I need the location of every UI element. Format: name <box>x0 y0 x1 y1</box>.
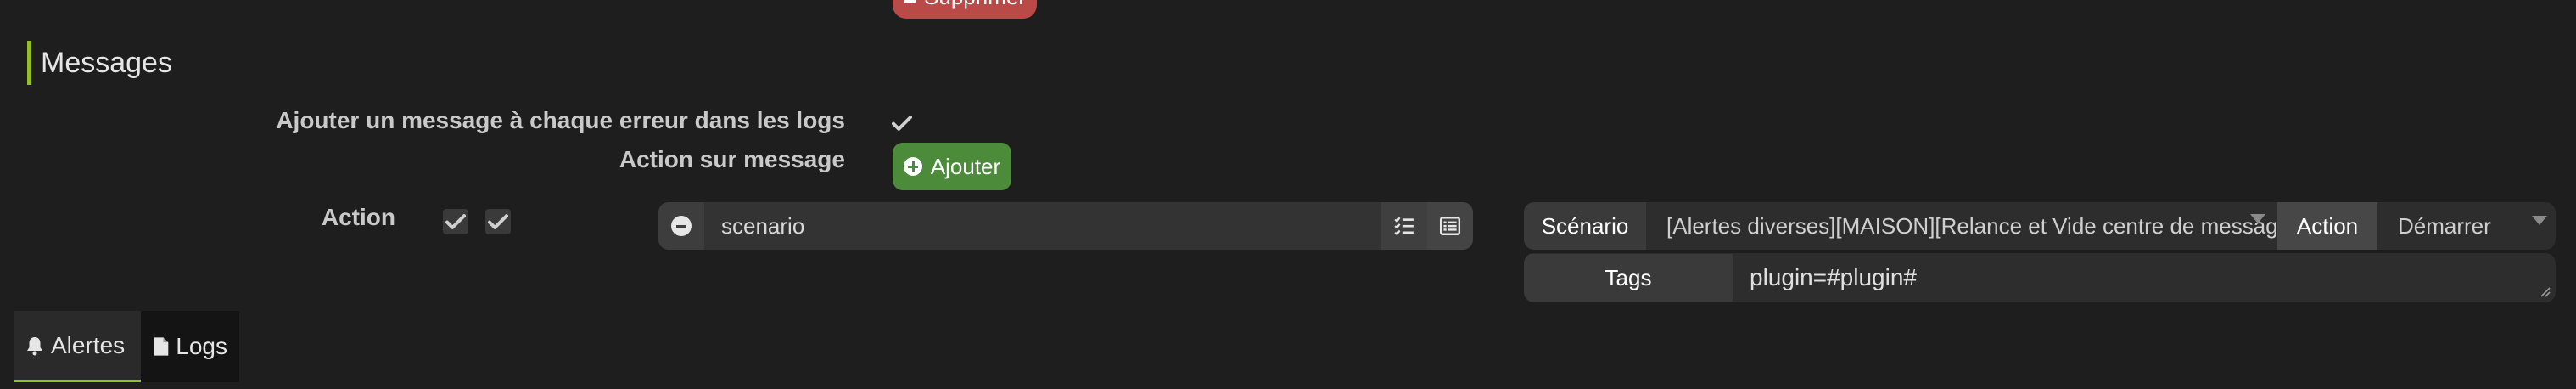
delete-button-label: Supprimer <box>924 0 1026 10</box>
action-enable-checkbox[interactable] <box>443 209 468 234</box>
select-command-button[interactable] <box>1427 202 1473 250</box>
section-accent-bar <box>27 41 31 85</box>
tags-input[interactable] <box>1733 253 2556 302</box>
tags-group: Tags <box>1524 253 2556 302</box>
resize-handle-icon[interactable] <box>2539 285 2551 297</box>
scenario-addon: Scénario <box>1524 202 1646 250</box>
check-icon <box>445 214 466 229</box>
dropdown-arrow-icon <box>2532 216 2547 225</box>
plus-circle-icon <box>903 157 922 176</box>
tab-logs[interactable]: Logs <box>141 311 239 382</box>
action-select-value: Démarrer <box>2398 212 2491 239</box>
trash-icon <box>904 0 916 3</box>
remove-action-button[interactable] <box>658 202 704 250</box>
action-parallel-checkbox[interactable] <box>485 209 511 234</box>
tab-alertes[interactable]: Alertes <box>14 311 141 382</box>
tab-alertes-label: Alertes <box>51 331 126 358</box>
tab-logs-label: Logs <box>176 333 227 359</box>
command-input[interactable] <box>704 202 1381 250</box>
add-action-button-label: Ajouter <box>930 153 1001 179</box>
check-icon <box>892 116 912 131</box>
file-icon <box>154 337 169 356</box>
command-input-group <box>658 202 1473 250</box>
section-title: Messages <box>41 47 172 79</box>
error-message-label: Ajouter un message à chaque erreur dans … <box>276 107 845 133</box>
minus-circle-icon <box>671 216 692 236</box>
delete-button[interactable]: Supprimer <box>893 0 1037 19</box>
tags-addon: Tags <box>1524 254 1733 302</box>
scenario-select-value: [Alertes diverses][MAISON][Relance et Vi… <box>1666 212 2277 239</box>
scenario-select[interactable]: [Alertes diverses][MAISON][Relance et Vi… <box>1646 202 2277 250</box>
add-action-button[interactable]: Ajouter <box>893 143 1011 190</box>
action-addon: Action <box>2277 202 2377 250</box>
bell-icon <box>27 336 42 355</box>
action-label: Action <box>321 204 395 230</box>
action-select[interactable]: Démarrer <box>2377 202 2556 250</box>
action-on-message-label: Action sur message <box>619 146 845 172</box>
list-alt-icon <box>1439 217 1461 235</box>
tasks-icon <box>1394 217 1414 236</box>
scenario-options-group: Scénario [Alertes diverses][MAISON][Rela… <box>1524 202 2556 250</box>
select-action-button[interactable] <box>1381 202 1427 250</box>
check-icon <box>488 214 508 229</box>
error-message-checkbox[interactable] <box>889 110 915 136</box>
dropdown-arrow-icon <box>2250 214 2265 223</box>
